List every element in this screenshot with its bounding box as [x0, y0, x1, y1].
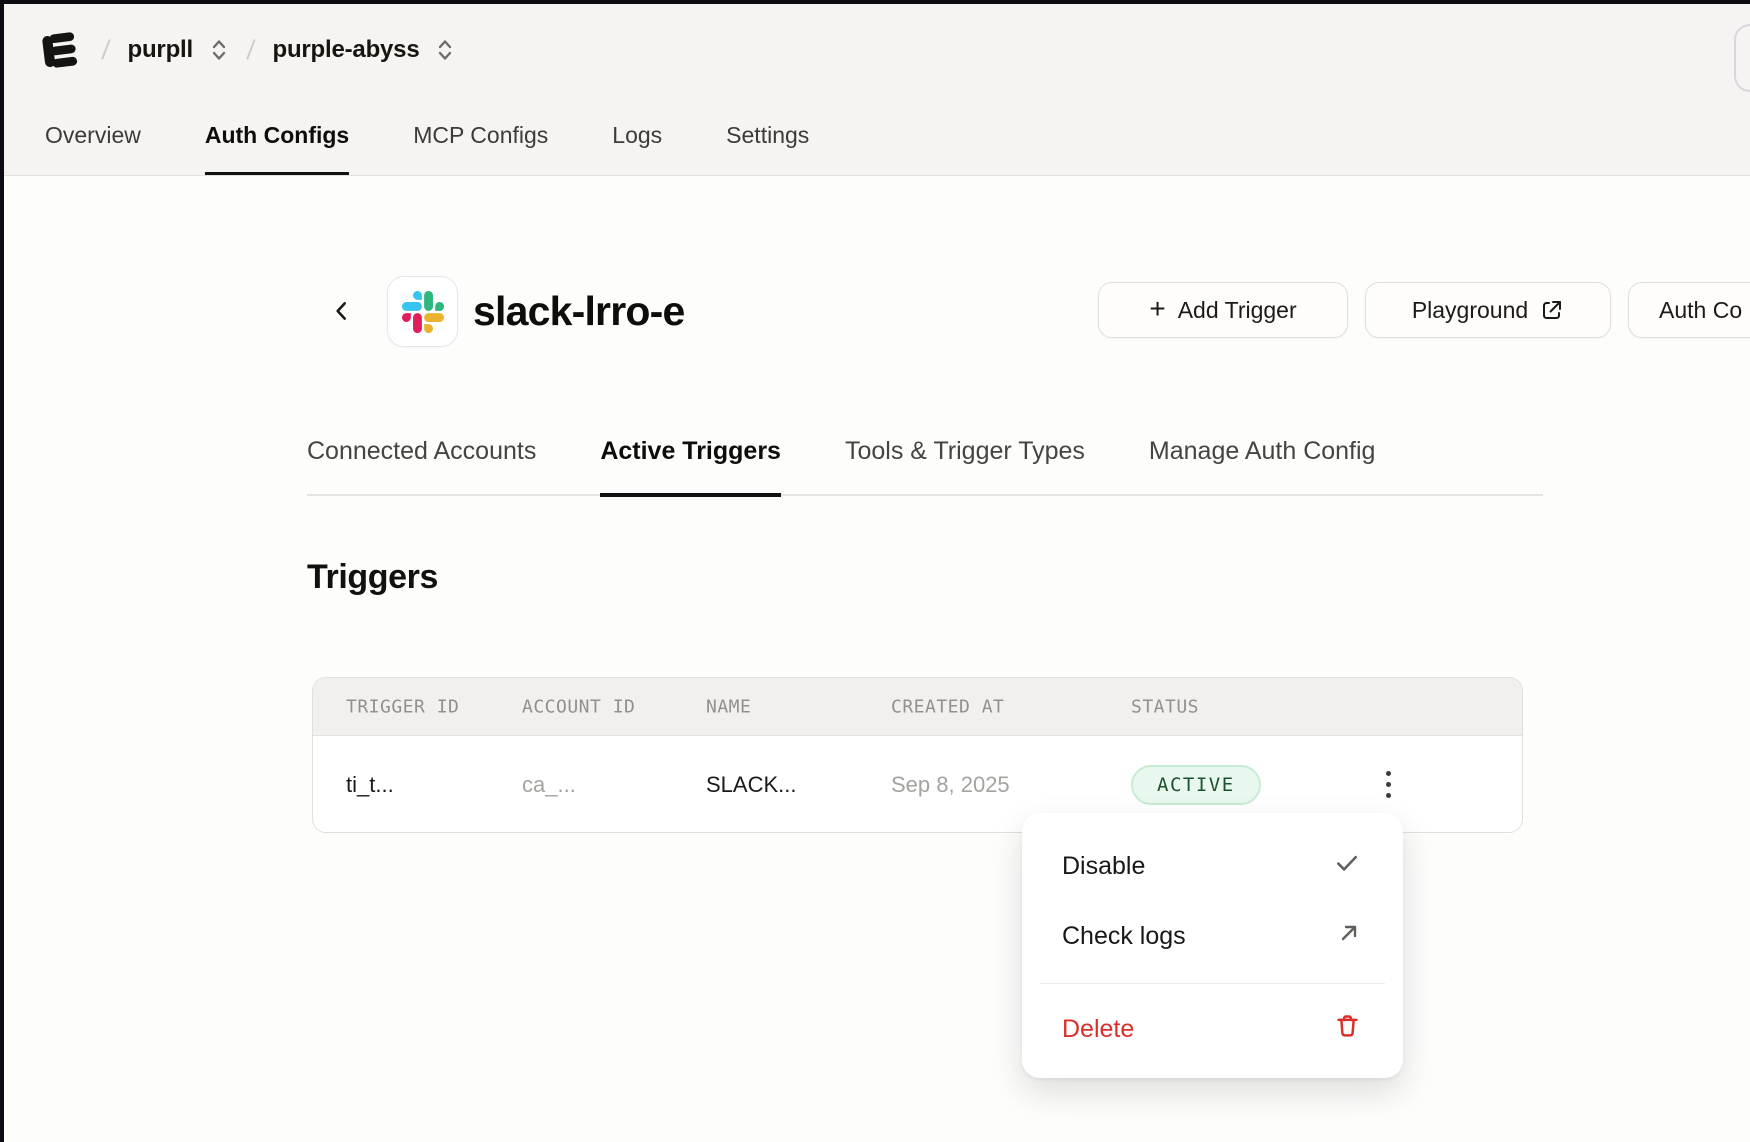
column-header-trigger-id: TRIGGER ID	[346, 696, 459, 717]
arrow-up-right-icon	[1337, 921, 1361, 952]
tab-tools-trigger-types[interactable]: Tools & Trigger Types	[845, 437, 1085, 494]
tab-active-triggers[interactable]: Active Triggers	[600, 437, 781, 497]
app-window: / purpll / purple-abyss Overview Auth Co…	[0, 0, 1750, 1142]
breadcrumb-separator: /	[245, 35, 256, 66]
cell-created-at: Sep 8, 2025	[891, 772, 1010, 798]
table-header: TRIGGER ID ACCOUNT ID NAME CREATED AT ST…	[313, 678, 1522, 736]
menu-item-disable[interactable]: Disable	[1022, 831, 1403, 901]
tab-auth-configs[interactable]: Auth Configs	[205, 122, 349, 175]
window-top-edge	[0, 0, 1750, 4]
trash-icon	[1334, 1012, 1361, 1046]
section-heading: Triggers	[307, 558, 438, 597]
cell-account-id: ca_...	[522, 772, 576, 798]
add-trigger-button[interactable]: + Add Trigger	[1098, 282, 1348, 338]
primary-tabs: Overview Auth Configs MCP Configs Logs S…	[45, 122, 809, 175]
column-header-created-at: CREATED AT	[891, 696, 1004, 717]
status-badge: ACTIVE	[1131, 765, 1261, 805]
tab-logs[interactable]: Logs	[612, 122, 662, 175]
playground-button[interactable]: Playground	[1365, 282, 1611, 338]
slack-icon	[402, 291, 444, 333]
plus-icon: +	[1149, 295, 1165, 323]
external-link-icon	[1540, 298, 1564, 322]
check-logs-label: Check logs	[1062, 922, 1186, 951]
tab-overview[interactable]: Overview	[45, 122, 141, 175]
playground-label: Playground	[1412, 297, 1528, 324]
composio-logo-icon	[39, 27, 83, 73]
row-kebab-menu-icon[interactable]	[1375, 768, 1401, 802]
tab-settings[interactable]: Settings	[726, 122, 809, 175]
chevron-left-icon	[329, 296, 355, 326]
top-right-cut-off-button[interactable]	[1734, 24, 1750, 92]
row-context-menu: Disable Check logs Delete	[1022, 813, 1403, 1078]
column-header-status: STATUS	[1131, 696, 1199, 717]
disable-label: Disable	[1062, 852, 1145, 881]
secondary-tabs: Connected Accounts Active Triggers Tools…	[307, 437, 1543, 496]
breadcrumb-project[interactable]: purple-abyss	[273, 36, 420, 64]
project-switcher-icon[interactable]	[435, 37, 455, 63]
column-header-name: NAME	[706, 696, 751, 717]
page-title: slack-lrro-e	[473, 288, 684, 335]
auth-config-button-cut-off[interactable]: Auth Co	[1628, 282, 1750, 338]
tab-mcp-configs[interactable]: MCP Configs	[413, 122, 548, 175]
toolkit-actions: + Add Trigger Playground Auth Co	[1098, 282, 1750, 338]
top-bar: / purpll / purple-abyss Overview Auth Co…	[0, 0, 1750, 176]
org-switcher-icon[interactable]	[209, 37, 229, 63]
breadcrumb: / purpll / purple-abyss	[38, 24, 455, 76]
window-left-edge	[0, 0, 4, 1142]
cell-trigger-id: ti_t...	[346, 772, 394, 798]
breadcrumb-separator: /	[100, 35, 111, 66]
menu-item-check-logs[interactable]: Check logs	[1022, 901, 1403, 971]
cell-name: SLACK...	[706, 772, 796, 798]
toolkit-icon-container	[387, 276, 458, 347]
back-button[interactable]	[328, 296, 356, 326]
auth-config-label: Auth Co	[1659, 297, 1742, 324]
delete-label: Delete	[1062, 1015, 1134, 1044]
breadcrumb-org[interactable]: purpll	[128, 36, 193, 64]
composio-logo[interactable]	[38, 26, 84, 74]
tab-connected-accounts[interactable]: Connected Accounts	[307, 437, 536, 494]
add-trigger-label: Add Trigger	[1178, 297, 1297, 324]
menu-item-delete[interactable]: Delete	[1022, 994, 1403, 1064]
triggers-table: TRIGGER ID ACCOUNT ID NAME CREATED AT ST…	[312, 677, 1523, 833]
menu-divider	[1040, 983, 1385, 984]
check-icon	[1333, 849, 1361, 884]
tab-manage-auth-config[interactable]: Manage Auth Config	[1149, 437, 1376, 494]
column-header-account-id: ACCOUNT ID	[522, 696, 635, 717]
